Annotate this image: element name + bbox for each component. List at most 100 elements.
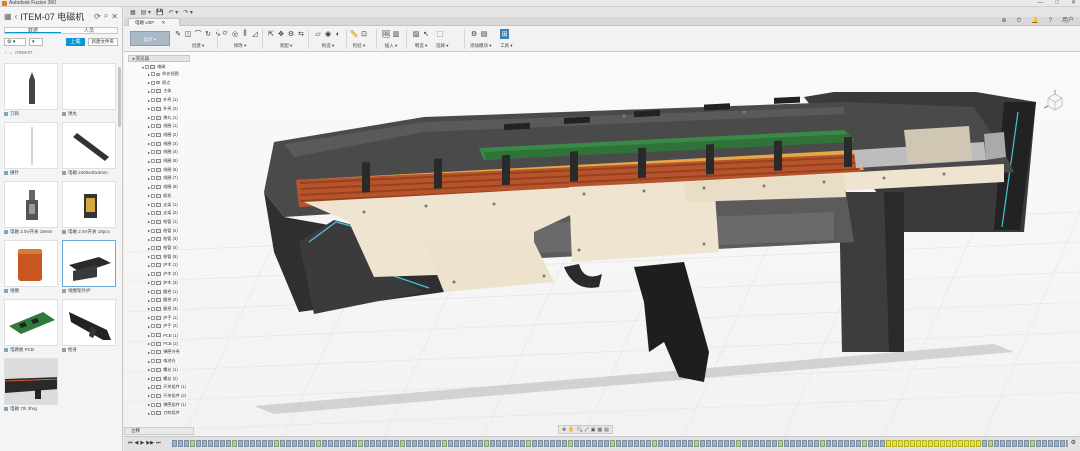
insert-mesh-icon[interactable]: ▥ [392,29,400,39]
tab-people[interactable]: 人员 [61,28,117,34]
addins-icon[interactable]: ⚙ [470,29,478,39]
comments-bar[interactable]: 注释 [124,427,194,435]
expand-icon[interactable]: ▸ [148,72,150,77]
tree-node[interactable]: ▸ 枪管 (5) [148,253,179,260]
timeline-feature-icon[interactable] [640,440,645,447]
timeline-feature-icon[interactable] [226,440,231,447]
visibility-checkbox[interactable] [151,228,156,233]
tree-node[interactable]: ▸ 弹丸 (1) [148,114,179,121]
close-icon[interactable]: ✕ [111,12,118,21]
visibility-checkbox[interactable] [145,65,150,69]
timeline-feature-icon[interactable] [610,440,615,447]
timeline-feature-icon[interactable] [520,440,525,447]
tree-node[interactable]: ▸ 握把 (3) [148,305,179,312]
timeline-feature-icon[interactable] [928,440,933,447]
expand-icon[interactable]: ▸ [148,350,150,355]
timeline-feature-icon[interactable] [424,440,429,447]
point-icon[interactable]: ◐ [334,29,342,39]
tools-menu[interactable]: 工具 ▾ [500,43,513,49]
expand-icon[interactable]: ▸ [148,150,150,155]
timeline-feature-icon[interactable] [802,440,807,447]
timeline-feature-icon[interactable] [616,440,621,447]
addins-menu[interactable]: 添加模块 ▾ [470,43,492,49]
timeline-feature-icon[interactable] [892,440,897,447]
expand-icon[interactable]: ▸ [148,211,150,216]
visibility-checkbox[interactable] [151,306,156,311]
tree-node[interactable]: ▸ 线圈 (1) [148,123,179,130]
tree-node[interactable]: ▸ 枪管 (2) [148,227,179,234]
timeline-feature-icon[interactable] [490,440,495,447]
visibility-checkbox[interactable] [151,141,156,146]
timeline-feature-icon[interactable] [700,440,705,447]
timeline-feature-icon[interactable] [832,440,837,447]
timeline-feature-icon[interactable] [286,440,291,447]
timeline-feature-icon[interactable] [976,440,981,447]
visibility-checkbox[interactable] [151,376,156,381]
expand-icon[interactable]: ▸ [148,289,150,294]
file-thumbnail[interactable]: 电磁 7th 3hrg [4,358,58,415]
timeline-feature-icon[interactable] [328,440,333,447]
expand-icon[interactable]: ▸ [148,228,150,233]
timeline-feature-icon[interactable] [484,440,489,447]
timeline-feature-icon[interactable] [988,440,993,447]
help-icon[interactable]: ? [1049,17,1052,26]
timeline-feature-icon[interactable] [1024,440,1029,447]
timeline-feature-icon[interactable] [970,440,975,447]
expand-icon[interactable]: ▸ [148,402,150,407]
expand-icon[interactable]: ▸ [148,185,150,190]
timeline-feature-icon[interactable] [382,440,387,447]
timeline-feature-icon[interactable] [898,440,903,447]
select-arrow-icon[interactable]: ⬚ [436,29,444,39]
timeline-feature-icon[interactable] [244,440,249,447]
timeline-feature-icon[interactable] [310,440,315,447]
user-menu[interactable]: 用户 [1062,17,1074,26]
tree-node[interactable]: ▸ 支架 (1) [148,201,179,208]
viewcube[interactable] [1043,90,1066,112]
tree-node[interactable]: ▸ 扳机 [148,192,173,199]
expand-icon[interactable]: ▸ [148,106,150,111]
axis-icon[interactable]: ◉ [324,29,332,39]
add-tab-icon[interactable]: ⊕ [1001,17,1006,26]
visibility-checkbox[interactable] [151,115,156,120]
visibility-checkbox[interactable] [151,159,156,163]
tree-node[interactable]: ▸ 线圈 (7) [148,175,179,182]
expand-icon[interactable]: ▸ [148,341,150,346]
align-icon[interactable]: ⇆ [297,29,305,39]
visibility-checkbox[interactable] [151,185,156,190]
tree-node[interactable]: ▸ 原点 [148,79,172,86]
maximize-button[interactable]: □ [1055,0,1059,7]
visibility-checkbox[interactable] [151,263,156,268]
close-tab-icon[interactable]: ✕ [162,20,166,25]
visibility-checkbox[interactable] [151,124,156,129]
timeline-feature-icon[interactable] [658,440,663,447]
file-thumbnail[interactable]: 枪身 [62,299,116,356]
timeline-feature-icon[interactable] [400,440,405,447]
timeline-feature-icon[interactable] [304,440,309,447]
insert-image-icon[interactable]: 🖼 [382,29,391,39]
timeline-feature-icon[interactable] [586,440,591,447]
expand-icon[interactable]: ▸ [148,254,150,259]
visibility-checkbox[interactable] [151,402,156,407]
timeline-play-button[interactable]: ▶ [140,440,144,446]
expand-icon[interactable]: ▸ [148,393,150,398]
timeline-feature-icon[interactable] [838,440,843,447]
expand-icon[interactable]: ▸ [148,141,150,146]
minimize-button[interactable]: — [1037,0,1043,7]
expand-icon[interactable]: ▸ [148,272,150,277]
grid-settings-icon[interactable]: ▦ [597,427,602,433]
timeline-feature-icon[interactable] [280,440,285,447]
grid-icon[interactable]: ▦ [4,12,12,21]
tree-node[interactable]: ▸ 枪管 (1) [148,218,179,225]
timeline-feature-icon[interactable] [538,440,543,447]
timeline-feature-icon[interactable] [562,440,567,447]
workspace-switcher[interactable]: 设计 ▾ [130,31,170,46]
expand-icon[interactable]: ▸ [148,376,150,381]
timeline-feature-icon[interactable] [964,440,969,447]
arc-icon[interactable]: ⌒ [194,29,202,39]
timeline-feature-icon[interactable] [880,440,885,447]
document-tab[interactable]: 电磁 v30* ✕ [128,18,180,26]
timeline-feature-icon[interactable] [934,440,939,447]
timeline-feature-icon[interactable] [448,440,453,447]
canvas-viewport[interactable] [124,52,1080,436]
tree-node[interactable]: ▸ 开关组件 (2) [148,392,188,399]
